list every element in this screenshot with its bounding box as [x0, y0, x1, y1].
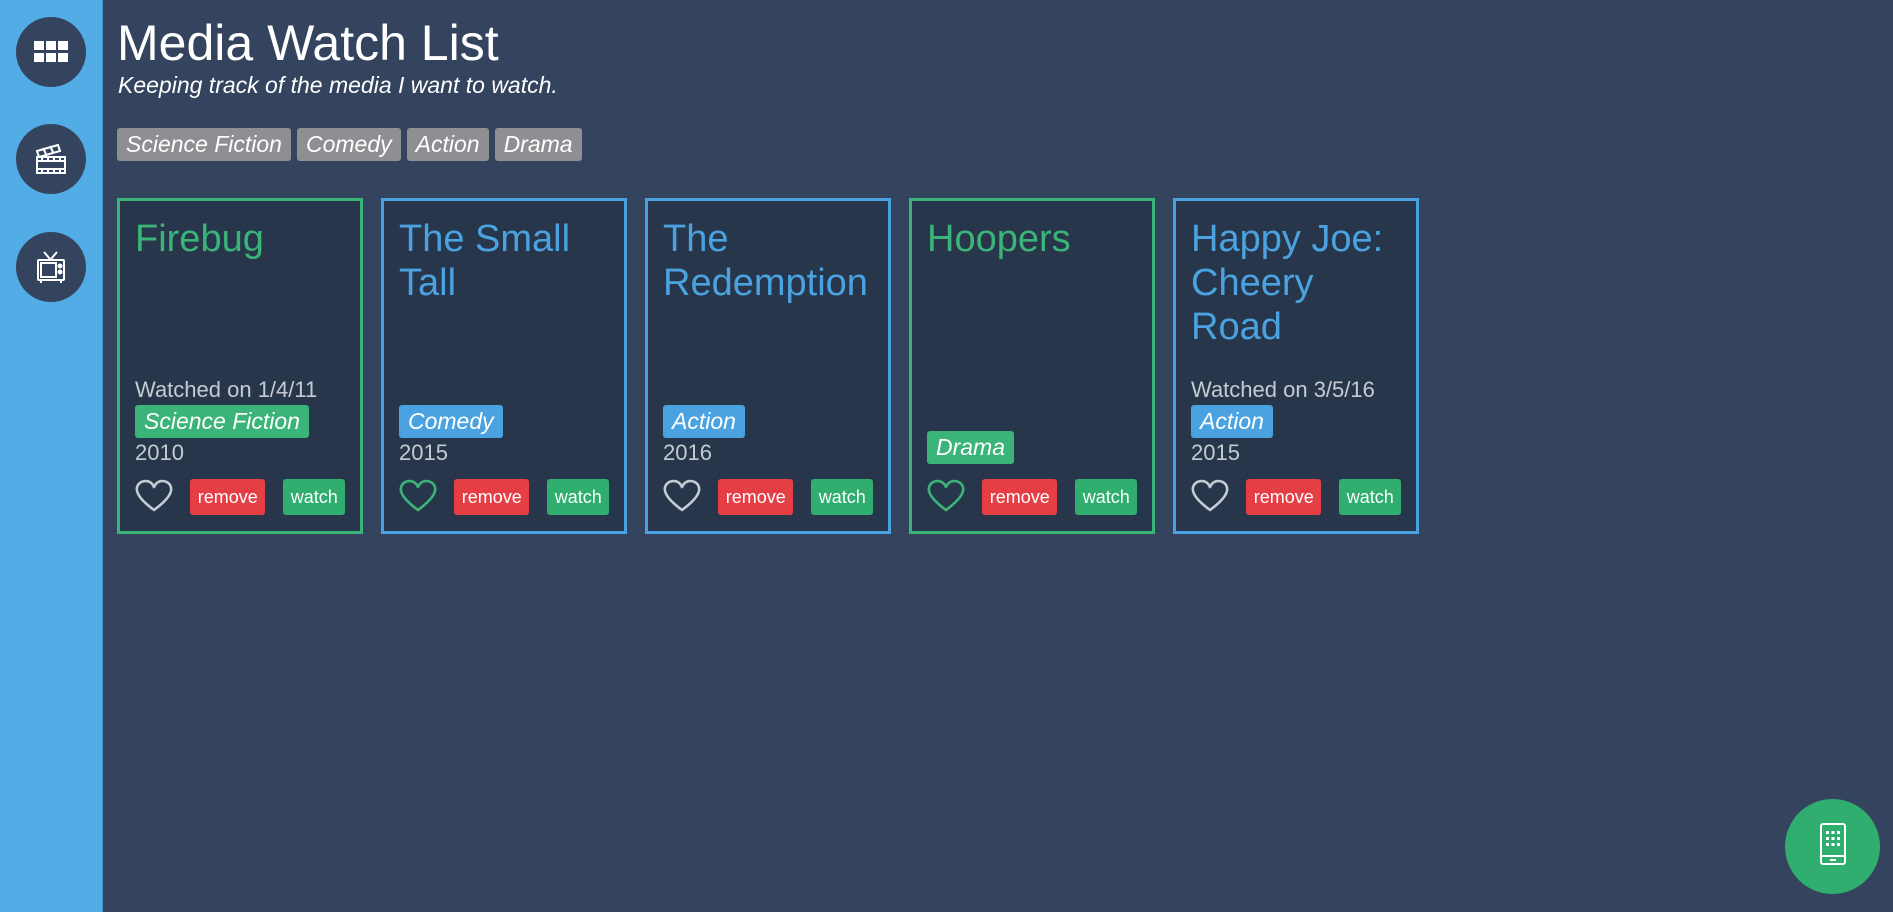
- card-actions: remove watch: [135, 479, 345, 515]
- genre-badge: Action: [663, 405, 745, 438]
- favorite-heart-icon[interactable]: [135, 479, 173, 515]
- main-content: Media Watch List Keeping track of the me…: [117, 0, 1893, 912]
- sidebar-item-all[interactable]: [16, 17, 86, 87]
- favorite-heart-icon[interactable]: [399, 479, 437, 515]
- filter-science-fiction[interactable]: Science Fiction: [117, 128, 291, 161]
- release-year: 2015: [1191, 440, 1240, 465]
- favorite-heart-icon[interactable]: [927, 479, 965, 515]
- sidebar: [0, 0, 103, 912]
- watch-button[interactable]: watch: [811, 479, 873, 515]
- media-card: The Small Tall Comedy 2015 remove watch: [381, 198, 627, 534]
- card-actions: remove watch: [1191, 479, 1401, 515]
- remove-button[interactable]: remove: [190, 479, 266, 515]
- favorite-heart-icon[interactable]: [1191, 479, 1229, 515]
- media-meta: Drama: [927, 430, 1015, 465]
- media-meta: Watched on 1/4/11 Science Fiction 2010: [135, 375, 317, 467]
- filter-drama[interactable]: Drama: [494, 128, 582, 161]
- watch-button[interactable]: watch: [1075, 479, 1137, 515]
- filter-action[interactable]: Action: [406, 128, 489, 161]
- page-subtitle: Keeping track of the media I want to wat…: [118, 72, 558, 98]
- mobile-device-icon: [1819, 822, 1847, 871]
- tv-icon: [35, 250, 67, 284]
- watched-date: Watched on 3/5/16: [1191, 377, 1375, 402]
- remove-button[interactable]: remove: [718, 479, 794, 515]
- genre-badge: Science Fiction: [135, 405, 309, 438]
- card-actions: remove watch: [927, 479, 1137, 515]
- media-card: Happy Joe: Cheery Road Watched on 3/5/16…: [1173, 198, 1419, 534]
- remove-button[interactable]: remove: [982, 479, 1058, 515]
- card-actions: remove watch: [399, 479, 609, 515]
- media-title: The Redemption: [663, 218, 868, 304]
- genre-badge: Comedy: [399, 405, 503, 438]
- media-title: Hoopers: [927, 218, 1071, 260]
- genre-badge: Action: [1191, 405, 1273, 438]
- favorite-heart-icon[interactable]: [663, 479, 701, 515]
- media-card: Hoopers Drama remove watch: [909, 198, 1155, 534]
- mobile-view-button[interactable]: [1785, 799, 1880, 894]
- media-card: Firebug Watched on 1/4/11 Science Fictio…: [117, 198, 363, 534]
- filter-comedy[interactable]: Comedy: [296, 128, 401, 161]
- media-meta: Comedy 2015: [399, 404, 503, 467]
- media-title: Firebug: [135, 218, 264, 260]
- watch-button[interactable]: watch: [547, 479, 609, 515]
- remove-button[interactable]: remove: [454, 479, 530, 515]
- grid-icon: [34, 41, 68, 63]
- media-meta: Watched on 3/5/16 Action 2015: [1191, 375, 1375, 467]
- card-actions: remove watch: [663, 479, 873, 515]
- watch-button[interactable]: watch: [1339, 479, 1401, 515]
- genre-badge: Drama: [927, 431, 1015, 464]
- media-title: Happy Joe: Cheery Road: [1191, 218, 1384, 348]
- media-card-list: Firebug Watched on 1/4/11 Science Fictio…: [117, 198, 1419, 534]
- watch-button[interactable]: watch: [283, 479, 345, 515]
- media-meta: Action 2016: [663, 404, 745, 467]
- sidebar-item-tv[interactable]: [16, 232, 86, 302]
- release-year: 2015: [399, 440, 448, 465]
- watched-date: Watched on 1/4/11: [135, 377, 318, 402]
- page-title: Media Watch List: [117, 15, 499, 71]
- sidebar-item-movies[interactable]: [16, 124, 86, 194]
- release-year: 2016: [663, 440, 712, 465]
- remove-button[interactable]: remove: [1246, 479, 1322, 515]
- media-title: The Small Tall: [399, 218, 571, 304]
- genre-filters: Science Fiction Comedy Action Drama: [117, 128, 582, 161]
- film-icon: [34, 143, 68, 175]
- media-card: The Redemption Action 2016 remove watch: [645, 198, 891, 534]
- release-year: 2010: [135, 440, 184, 465]
